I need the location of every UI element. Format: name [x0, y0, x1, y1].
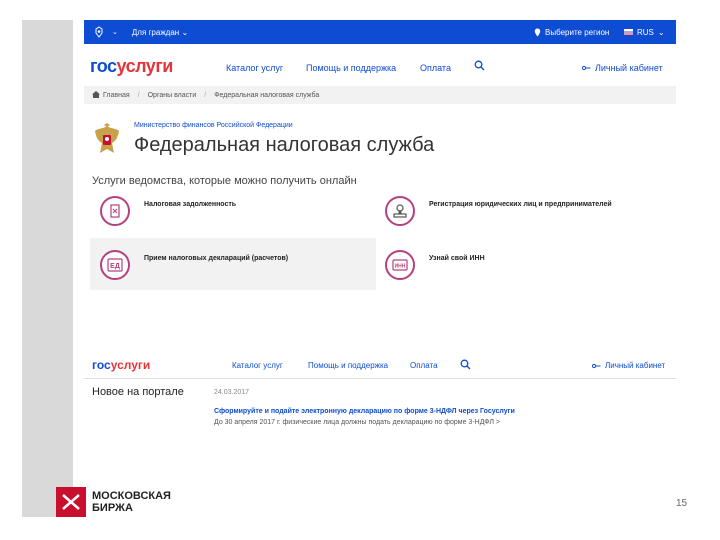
key-icon: [582, 65, 591, 71]
breadcrumb-authorities[interactable]: Органы власти: [148, 92, 197, 99]
news-date: 24.03.2017: [214, 389, 250, 396]
services-caption: Услуги ведомства, которые можно получить…: [92, 175, 357, 187]
audience-selector-label: Для граждан: [131, 27, 180, 37]
service-label: Регистрация юридических лиц и предприним…: [429, 201, 612, 208]
breadcrumb-current: Федеральная налоговая служба: [214, 91, 320, 99]
region-selector[interactable]: Выберите регион: [534, 28, 609, 37]
nav-help[interactable]: Помощь и поддержка: [306, 63, 396, 73]
search-icon[interactable]: [460, 359, 471, 372]
page-title: Федеральная налоговая служба: [134, 134, 435, 156]
main-header: госуслуги Каталог услуг Помощь и поддерж…: [84, 52, 676, 82]
personal-cabinet-label: Личный кабинет: [595, 63, 663, 73]
registration-stamp-icon: [385, 196, 415, 226]
audience-selector[interactable]: Для граждан ⌄: [132, 28, 188, 37]
coat-of-arms-icon: [92, 123, 122, 157]
page-number: 15: [676, 498, 688, 509]
service-label: Налоговая задолженность: [144, 201, 237, 208]
search-icon[interactable]: [474, 60, 485, 73]
nav-payment[interactable]: Оплата: [420, 63, 451, 73]
nav-help-2[interactable]: Помощь и поддержка: [308, 361, 388, 370]
nav-catalog-2[interactable]: Каталог услуг: [232, 361, 283, 370]
logo-part-gos: гос: [92, 358, 111, 372]
home-icon[interactable]: [92, 90, 100, 100]
key-icon: [592, 363, 601, 368]
logo-part-gos: гос: [90, 56, 117, 76]
location-pin-icon: [534, 28, 541, 36]
ministry-link[interactable]: Министерство финансов Российской Федерац…: [134, 122, 293, 129]
gosuslugi-logo[interactable]: госуслуги: [90, 56, 173, 77]
news-section-title: Новое на портале: [92, 386, 184, 398]
news-text-link[interactable]: До 30 апреля 2017 г. физические лица дол…: [214, 419, 500, 426]
personal-cabinet-link[interactable]: Личный кабинет: [582, 63, 663, 73]
logo-part-uslugi: услуги: [116, 56, 174, 76]
flag-icon: [624, 29, 633, 35]
news-headline-link[interactable]: Сформируйте и подайте электронную деклар…: [214, 408, 515, 415]
moex-brand-text: МОСКОВСКАЯ БИРЖА: [92, 490, 171, 514]
service-label: Узнай свой ИНН: [429, 255, 485, 262]
logo-part-uslugi: услуги: [110, 358, 151, 372]
secondary-header: госуслуги Каталог услуг Помощь и поддерж…: [84, 356, 676, 376]
declaration-icon: ЕД: [100, 250, 130, 280]
nav-catalog[interactable]: Каталог услуг: [226, 63, 283, 73]
tax-debt-icon: [100, 196, 130, 226]
nav-payment-2[interactable]: Оплата: [410, 361, 438, 370]
russia-emblem-icon: [92, 25, 106, 39]
moex-logo: МОСКОВСКАЯ БИРЖА: [56, 487, 171, 517]
service-hover-highlight: [90, 238, 376, 290]
gosuslugi-logo-small[interactable]: госуслуги: [92, 358, 150, 372]
breadcrumb-separator: /: [204, 91, 207, 99]
personal-cabinet-label: Личный кабинет: [605, 361, 666, 370]
top-bar: ⌄ Для граждан ⌄ Выберите регион RUS ⌄: [84, 20, 676, 44]
language-selector[interactable]: RUS ⌄: [624, 28, 665, 37]
header-divider: [84, 378, 676, 379]
region-label: Выберите регион: [545, 27, 610, 37]
moex-brand-line1: МОСКОВСКАЯ: [92, 490, 171, 502]
inn-card-icon: ИНН: [385, 250, 415, 280]
breadcrumb-home[interactable]: Главная: [103, 92, 130, 99]
moex-mark-icon: [56, 487, 86, 517]
breadcrumb-separator: /: [137, 91, 140, 99]
slide-side-strip: [22, 20, 73, 517]
svg-text:ИНН: ИНН: [395, 264, 406, 270]
breadcrumb: Главная / Органы власти / Федеральная на…: [84, 86, 676, 104]
language-label: RUS: [637, 27, 654, 37]
moex-brand-line2: БИРЖА: [92, 502, 133, 514]
svg-text:ЕД: ЕД: [110, 263, 120, 270]
chevron-down-icon[interactable]: ⌄: [112, 28, 118, 36]
personal-cabinet-link-2[interactable]: Личный кабинет: [592, 361, 665, 370]
service-label: Прием налоговых деклараций (расчетов): [144, 255, 289, 262]
